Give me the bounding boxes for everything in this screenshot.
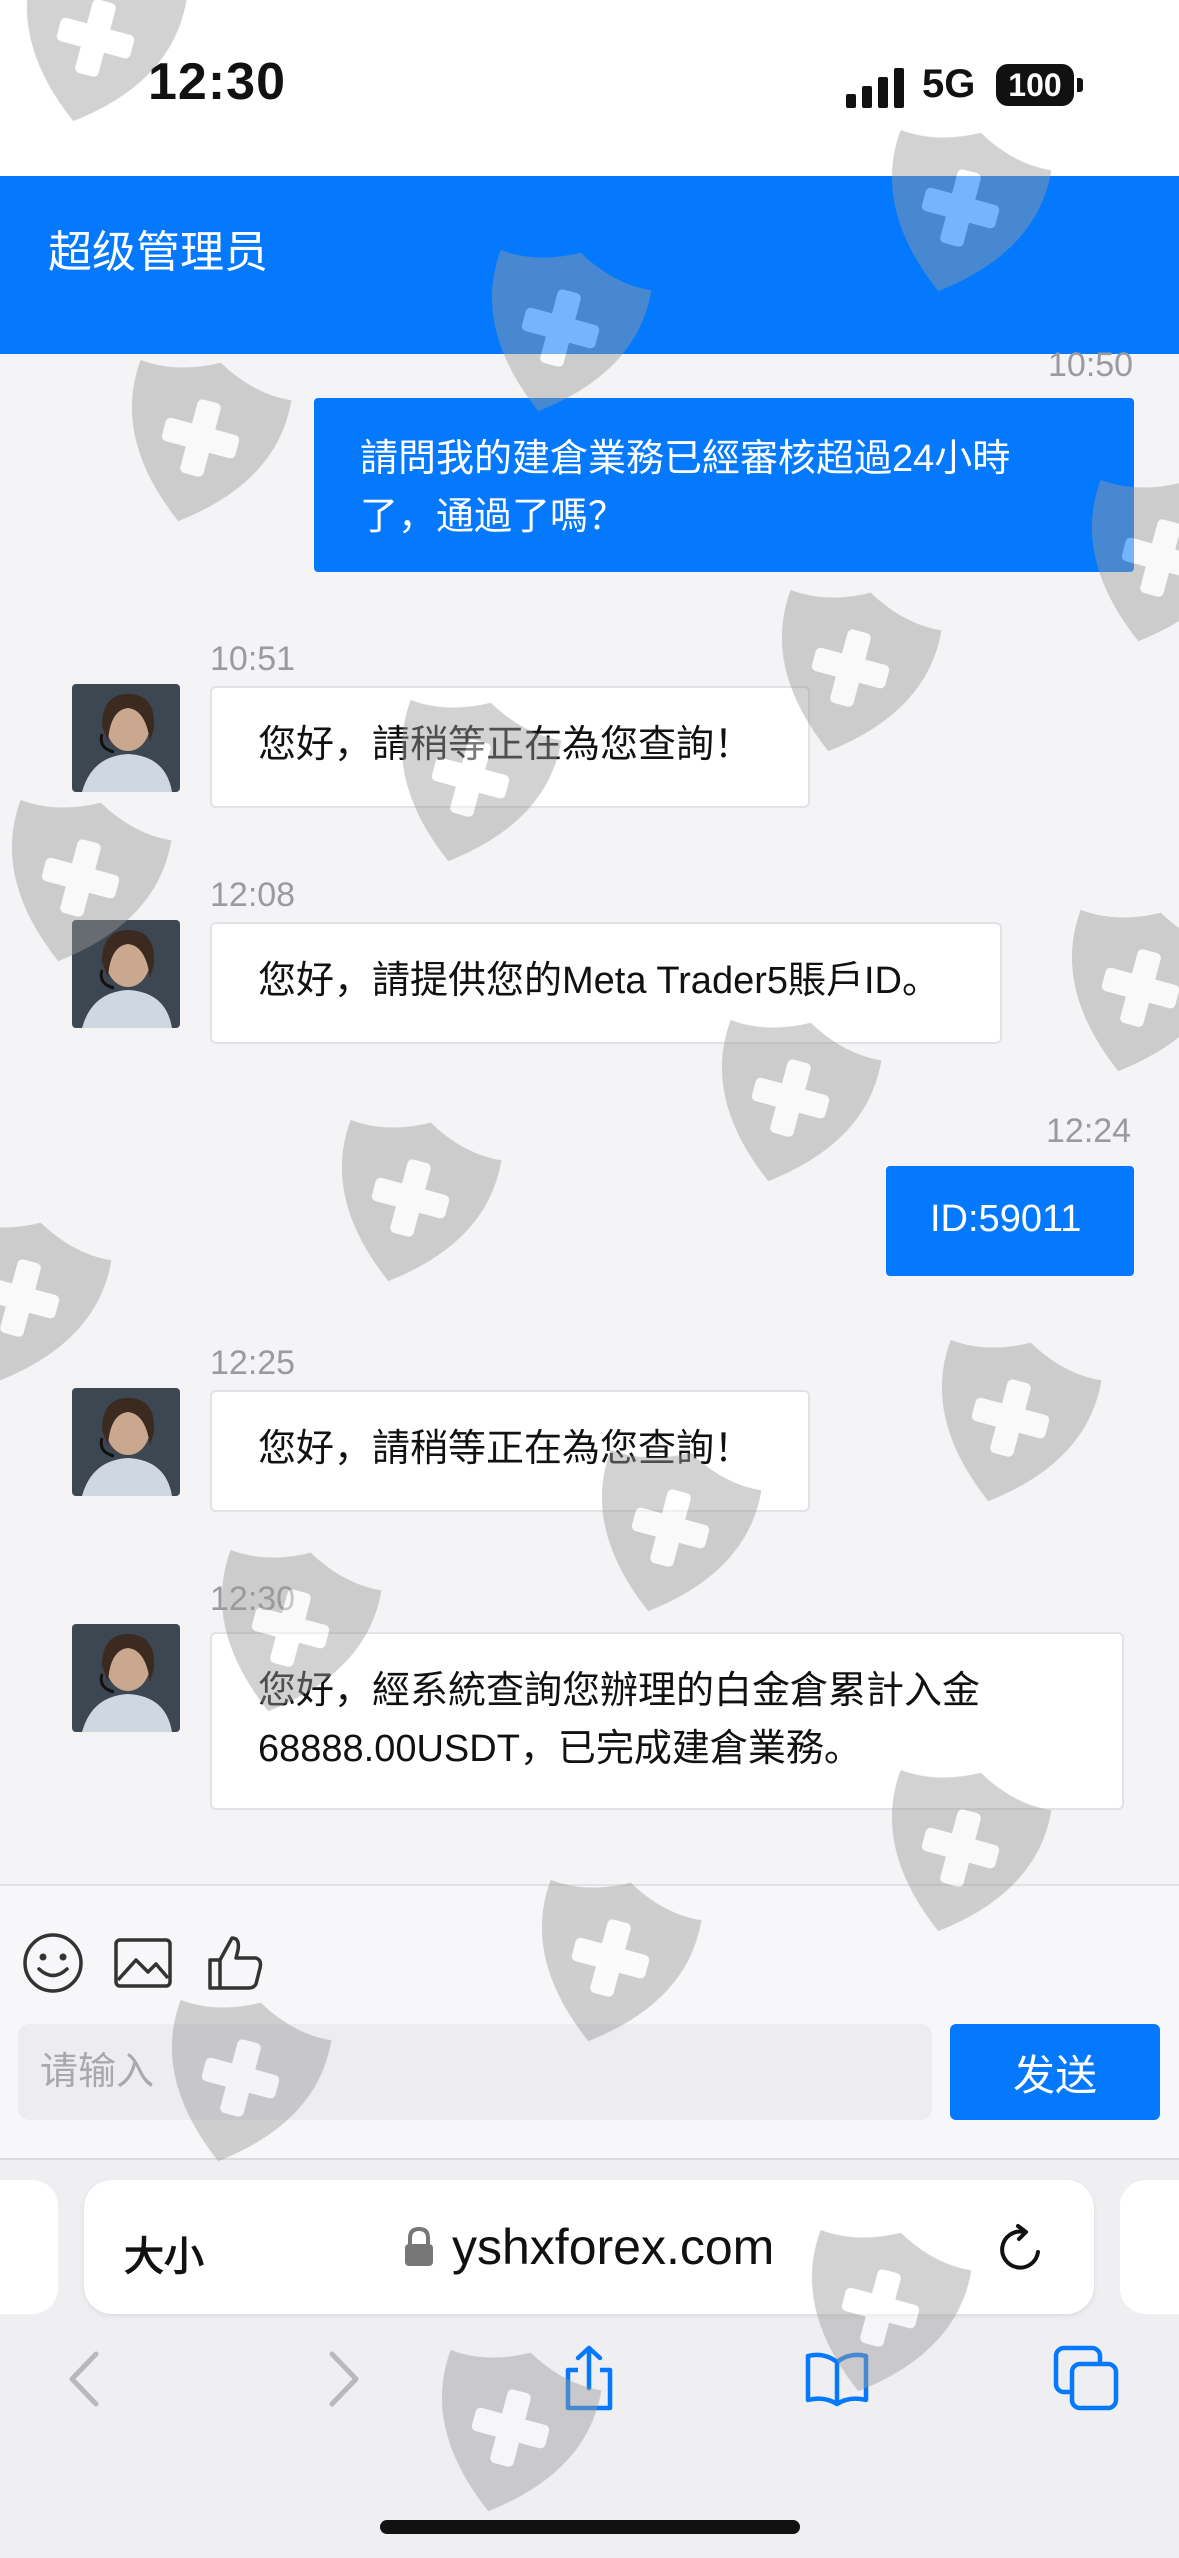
message-text-line: 了，通過了嗎？: [360, 496, 627, 538]
incoming-message[interactable]: 您好，請稍等正在為您查詢！: [210, 1390, 810, 1512]
text-size-button[interactable]: 大小: [124, 2224, 204, 2282]
message-time: 10:51: [210, 640, 296, 678]
message-time: 12:25: [210, 1344, 296, 1382]
composer: 发送: [0, 1884, 1179, 2160]
chat-header: 超级管理员: [0, 176, 1179, 354]
signal-icon: [846, 68, 904, 108]
message-time: 12:24: [1046, 1112, 1132, 1150]
message-time: 12:30: [210, 1580, 296, 1618]
browser-toolbar: 大小 yshxforex.com: [0, 2158, 1179, 2558]
incoming-message[interactable]: 您好，請提供您的Meta Trader5賬戶ID。: [210, 922, 1002, 1044]
message-time: 12:08: [210, 876, 296, 914]
next-tab[interactable]: [1120, 2180, 1179, 2314]
message-text-line: 您好，請稍等正在為您查詢！: [258, 724, 753, 766]
message-text-line: ID:59011: [930, 1198, 1082, 1240]
status-bar: 12:30 5G 100: [0, 0, 1179, 176]
avatar[interactable]: [72, 1388, 180, 1496]
url-text: yshxforex.com: [452, 2219, 775, 2275]
thumbs-up-icon[interactable]: [202, 1930, 268, 1996]
share-icon[interactable]: [554, 2344, 624, 2414]
message-time: 10:50: [1048, 346, 1134, 384]
message-text-line: 68888.00USDT，已完成建倉業務。: [258, 1728, 862, 1770]
lock-icon: [405, 2226, 433, 2266]
message-input[interactable]: [18, 2024, 932, 2120]
forward-icon[interactable]: [306, 2344, 376, 2414]
tabs-icon[interactable]: [1052, 2344, 1122, 2414]
battery-tip: [1077, 78, 1083, 92]
image-icon[interactable]: [110, 1930, 176, 1996]
incoming-message[interactable]: 您好，經系統查詢您辦理的白金倉累計入金 68888.00USDT，已完成建倉業務…: [210, 1632, 1124, 1810]
status-time: 12:30: [148, 53, 286, 111]
outgoing-message[interactable]: ID:59011: [886, 1166, 1134, 1276]
reload-icon[interactable]: [994, 2222, 1048, 2276]
back-icon[interactable]: [52, 2344, 122, 2414]
message-text-line: 您好，請提供您的Meta Trader5賬戶ID。: [258, 960, 940, 1002]
message-text-line: 您好，請稍等正在為您查詢！: [258, 1428, 753, 1470]
previous-tab[interactable]: [0, 2180, 58, 2314]
address-bar[interactable]: 大小 yshxforex.com: [84, 2180, 1094, 2314]
avatar[interactable]: [72, 1624, 180, 1732]
network-type: 5G: [922, 62, 976, 106]
incoming-message[interactable]: 您好，請稍等正在為您查詢！: [210, 686, 810, 808]
bookmarks-icon[interactable]: [802, 2344, 872, 2414]
send-button[interactable]: 发送: [950, 2024, 1160, 2120]
message-text-line: 請問我的建倉業務已經審核超過24小時: [360, 438, 1011, 480]
avatar[interactable]: [72, 684, 180, 792]
message-text-line: 您好，經系統查詢您辦理的白金倉累計入金: [258, 1670, 981, 1712]
outgoing-message[interactable]: 請問我的建倉業務已經審核超過24小時 了，通過了嗎？: [314, 398, 1134, 572]
battery-icon: 100: [996, 64, 1074, 106]
page-title: 超级管理员: [48, 228, 268, 277]
emoji-icon[interactable]: [20, 1930, 86, 1996]
avatar[interactable]: [72, 920, 180, 1028]
home-indicator: [380, 2520, 800, 2534]
chat-area[interactable]: 10:50 請問我的建倉業務已經審核超過24小時 了，通過了嗎？ 10:51 您…: [0, 346, 1179, 1884]
